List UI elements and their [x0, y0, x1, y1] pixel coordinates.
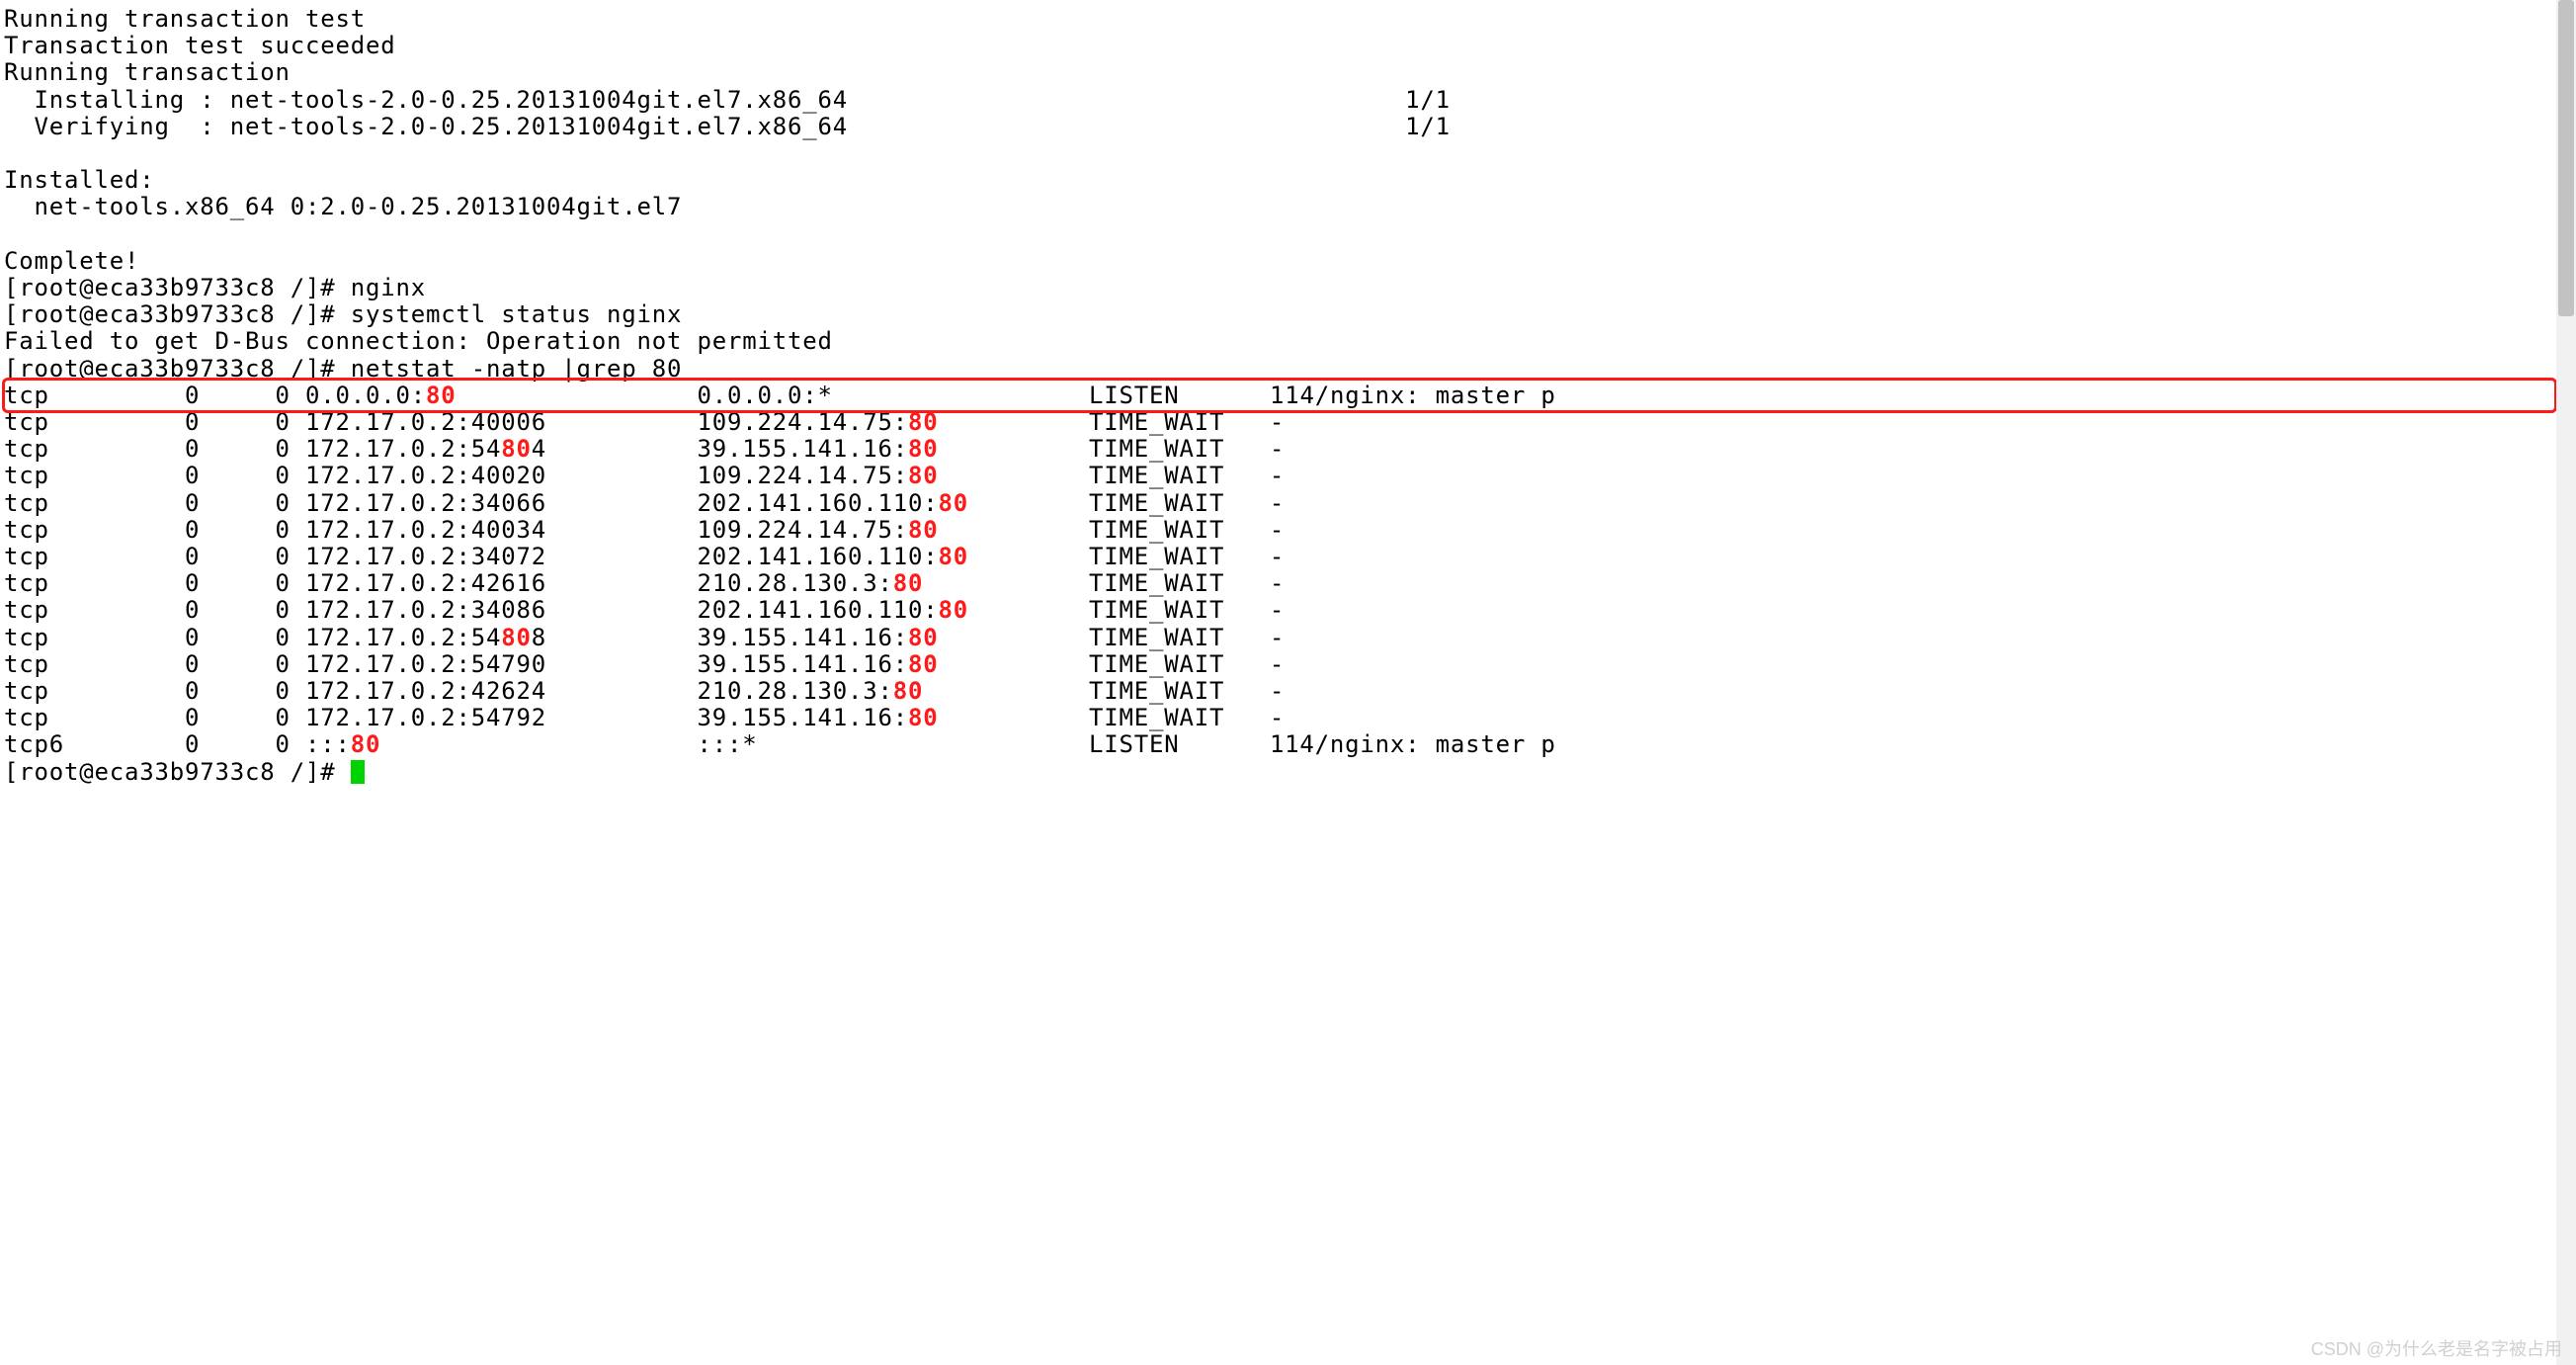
netstat-row: tcp 0 0 172.17.0.2:34072 202.141.160.110…	[4, 543, 1285, 570]
cursor	[351, 760, 365, 784]
output-line: Running transaction test	[4, 5, 366, 33]
netstat-row: tcp 0 0 172.17.0.2:34066 202.141.160.110…	[4, 489, 1285, 517]
netstat-row: tcp 0 0 172.17.0.2:42624 210.28.130.3:80…	[4, 677, 1285, 705]
prompt-line[interactable]: [root@eca33b9733c8 /]#	[4, 758, 365, 786]
prompt-line: [root@eca33b9733c8 /]# systemctl status …	[4, 300, 682, 328]
scrollbar-track[interactable]	[2556, 0, 2576, 1365]
scrollbar-thumb[interactable]	[2558, 0, 2574, 316]
output-line: Transaction test succeeded	[4, 32, 395, 59]
prompt-line: [root@eca33b9733c8 /]# nginx	[4, 274, 426, 301]
netstat-row: tcp 0 0 172.17.0.2:34086 202.141.160.110…	[4, 596, 1285, 624]
watermark: CSDN @为什么老是名字被占用	[2311, 1335, 2562, 1361]
output-line: Failed to get D-Bus connection: Operatio…	[4, 327, 833, 355]
output-line: Installing : net-tools-2.0-0.25.20131004…	[4, 86, 1451, 114]
netstat-row: tcp 0 0 172.17.0.2:40006 109.224.14.75:8…	[4, 408, 1285, 436]
output-line: net-tools.x86_64 0:2.0-0.25.20131004git.…	[4, 193, 682, 220]
netstat-row: tcp 0 0 0.0.0.0:80 0.0.0.0:* LISTEN 114/…	[4, 382, 1556, 409]
terminal-output[interactable]: Running transaction test Transaction tes…	[0, 0, 2576, 786]
netstat-row: tcp6 0 0 :::80 :::* LISTEN 114/nginx: ma…	[4, 730, 1556, 758]
netstat-row: tcp 0 0 172.17.0.2:40020 109.224.14.75:8…	[4, 462, 1285, 489]
netstat-row: tcp 0 0 172.17.0.2:42616 210.28.130.3:80…	[4, 569, 1285, 597]
netstat-row: tcp 0 0 172.17.0.2:54804 39.155.141.16:8…	[4, 435, 1285, 463]
output-line: Verifying : net-tools-2.0-0.25.20131004g…	[4, 113, 1451, 140]
netstat-row: tcp 0 0 172.17.0.2:54808 39.155.141.16:8…	[4, 624, 1285, 651]
netstat-row: tcp 0 0 172.17.0.2:40034 109.224.14.75:8…	[4, 516, 1285, 544]
netstat-row: tcp 0 0 172.17.0.2:54790 39.155.141.16:8…	[4, 650, 1285, 678]
netstat-row: tcp 0 0 172.17.0.2:54792 39.155.141.16:8…	[4, 704, 1285, 731]
output-line: Installed:	[4, 166, 155, 194]
output-line: Complete!	[4, 247, 139, 275]
prompt-line: [root@eca33b9733c8 /]# netstat -natp |gr…	[4, 355, 682, 383]
output-line: Running transaction	[4, 58, 291, 86]
